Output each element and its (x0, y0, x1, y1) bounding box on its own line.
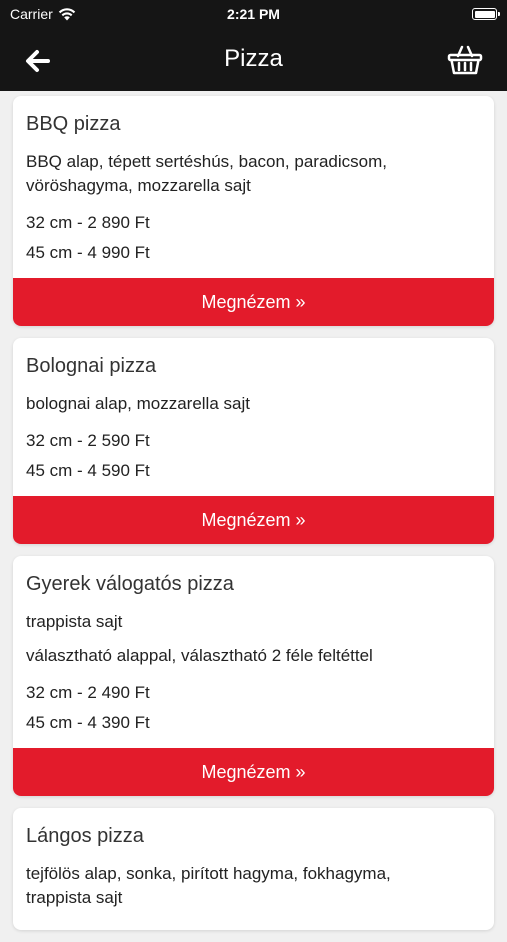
product-card-body: Gyerek válogatós pizza trappista sajt vá… (13, 556, 494, 748)
status-time: 2:21 PM (227, 6, 280, 22)
product-name: Lángos pizza (26, 825, 144, 847)
cart-button[interactable] (447, 42, 483, 78)
product-description-line: tejfölös alap, sonka, pirított hagyma, f… (26, 864, 391, 883)
product-description: BBQ alap, tépett sertéshús, bacon, parad… (26, 150, 481, 198)
product-description: bolognai alap, mozzarella sajt (26, 392, 481, 416)
product-card: BBQ pizza BBQ alap, tépett sertéshús, ba… (13, 96, 494, 326)
product-description: tejfölös alap, sonka, pirított hagyma, f… (26, 862, 481, 910)
basket-icon (447, 45, 483, 75)
navigation-bar: Pizza (0, 30, 507, 91)
view-product-button[interactable]: Megnézem » (13, 748, 494, 796)
product-size-price: 32 cm - 2 590 Ft (26, 431, 150, 450)
status-bar: Carrier 2:21 PM (0, 0, 507, 30)
battery-icon (472, 8, 500, 20)
product-sizes: 32 cm - 2 890 Ft 45 cm - 4 990 Ft (26, 208, 481, 268)
product-description-line: trappista sajt (26, 888, 123, 907)
product-card: Bolognai pizza bolognai alap, mozzarella… (13, 338, 494, 544)
product-name: Bolognai pizza (26, 355, 157, 377)
product-description-line: bolognai alap, mozzarella sajt (26, 394, 250, 413)
product-card: Lángos pizza tejfölös alap, sonka, pirít… (13, 808, 494, 930)
product-sizes: 32 cm - 2 590 Ft 45 cm - 4 590 Ft (26, 426, 481, 486)
product-options-note: választható alappal, választható 2 féle … (26, 646, 373, 665)
product-description-line: BBQ alap, tépett sertéshús, bacon, parad… (26, 152, 387, 171)
product-list: BBQ pizza BBQ alap, tépett sertéshús, ba… (13, 96, 494, 942)
product-sizes: 32 cm - 2 490 Ft 45 cm - 4 390 Ft (26, 678, 481, 738)
view-product-button[interactable]: Megnézem » (13, 278, 494, 326)
product-size-price: 45 cm - 4 590 Ft (26, 461, 150, 480)
product-description: trappista sajt (26, 610, 481, 634)
page-title: Pizza (224, 45, 283, 72)
product-size-price: 32 cm - 2 490 Ft (26, 683, 150, 702)
product-size-price: 45 cm - 4 990 Ft (26, 243, 150, 262)
product-size-price: 45 cm - 4 390 Ft (26, 713, 150, 732)
product-card-body: BBQ pizza BBQ alap, tépett sertéshús, ba… (13, 96, 494, 278)
view-product-button[interactable]: Megnézem » (13, 496, 494, 544)
product-name: Gyerek válogatós pizza (26, 573, 234, 595)
product-card: Gyerek válogatós pizza trappista sajt vá… (13, 556, 494, 796)
product-description-line: trappista sajt (26, 612, 123, 631)
product-card-body: Lángos pizza tejfölös alap, sonka, pirít… (13, 808, 494, 930)
product-size-price: 32 cm - 2 890 Ft (26, 213, 150, 232)
product-description-line: vöröshagyma, mozzarella sajt (26, 176, 251, 195)
product-name: BBQ pizza (26, 113, 121, 135)
product-card-body: Bolognai pizza bolognai alap, mozzarella… (13, 338, 494, 496)
